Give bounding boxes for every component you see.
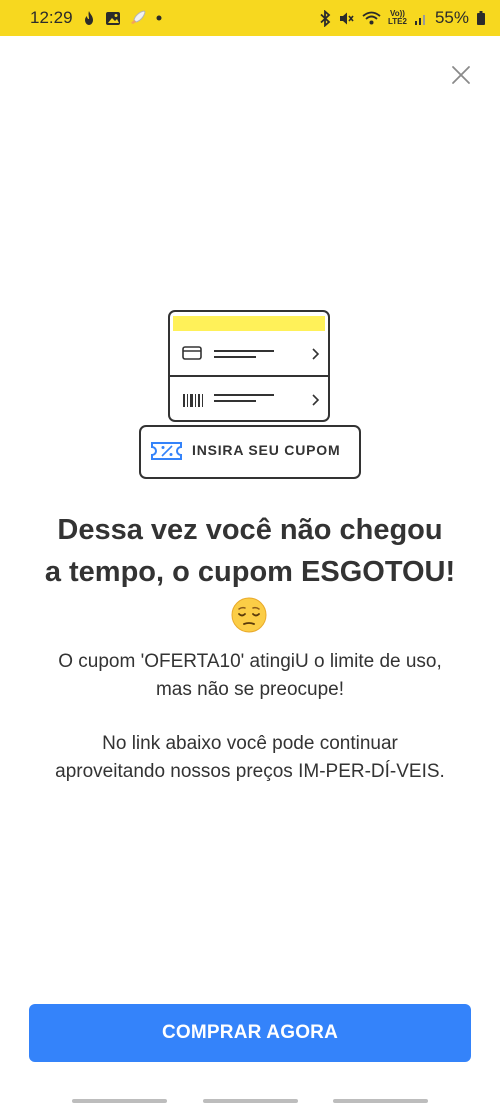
close-icon	[452, 66, 470, 84]
gallery-icon	[105, 11, 121, 26]
nav-recents-button[interactable]	[72, 1099, 167, 1103]
message-line-1: O cupom 'OFERTA10' atingiU o limite de u…	[58, 651, 442, 672]
message-text: O cupom 'OFERTA10' atingiU o limite de u…	[20, 648, 480, 786]
status-left: 12:29	[30, 8, 163, 28]
rocket-icon	[129, 9, 147, 27]
battery-percent: 55%	[434, 8, 469, 27]
nav-back-button[interactable]	[333, 1099, 428, 1103]
message-line-4: aproveitando nossos preços IM-PER-DÍ-VEI…	[55, 761, 445, 782]
volte-label-bottom: LTE2	[388, 17, 407, 26]
illustration-header-bar	[173, 316, 325, 331]
buy-now-button[interactable]: COMPRAR AGORA	[29, 1004, 471, 1062]
message-spacer	[20, 704, 480, 730]
battery-icon	[476, 10, 486, 26]
headline: Dessa vez você não chegou a tempo, o cup…	[20, 509, 480, 593]
status-right: Vo)) LTE2 55%	[319, 8, 486, 28]
close-button[interactable]	[446, 60, 476, 90]
headline-line-2: a tempo, o cupom ESGOTOU!	[44, 556, 456, 588]
mute-icon	[338, 10, 355, 27]
bluetooth-icon	[319, 9, 331, 27]
message-line-3: No link abaixo você pode continuar	[102, 733, 398, 754]
dot-icon	[155, 14, 163, 22]
coupon-illustration: INSIRA SEU CUPOM	[138, 309, 362, 481]
fire-icon	[81, 10, 97, 26]
navigation-bar	[0, 1092, 500, 1111]
wifi-icon	[362, 10, 381, 26]
volte-icon: Vo)) LTE2	[388, 10, 407, 26]
coupon-label: INSIRA SEU CUPOM	[192, 442, 341, 458]
pensive-face-emoji	[229, 595, 269, 635]
headline-line-1: Dessa vez você não chegou	[57, 514, 443, 546]
status-time: 12:29	[30, 8, 73, 27]
message-line-2: mas não se preocupe!	[155, 679, 344, 700]
status-bar: 12:29 Vo)) LTE2 55%	[0, 0, 500, 36]
signal-icon	[414, 11, 428, 26]
nav-home-button[interactable]	[203, 1099, 298, 1103]
